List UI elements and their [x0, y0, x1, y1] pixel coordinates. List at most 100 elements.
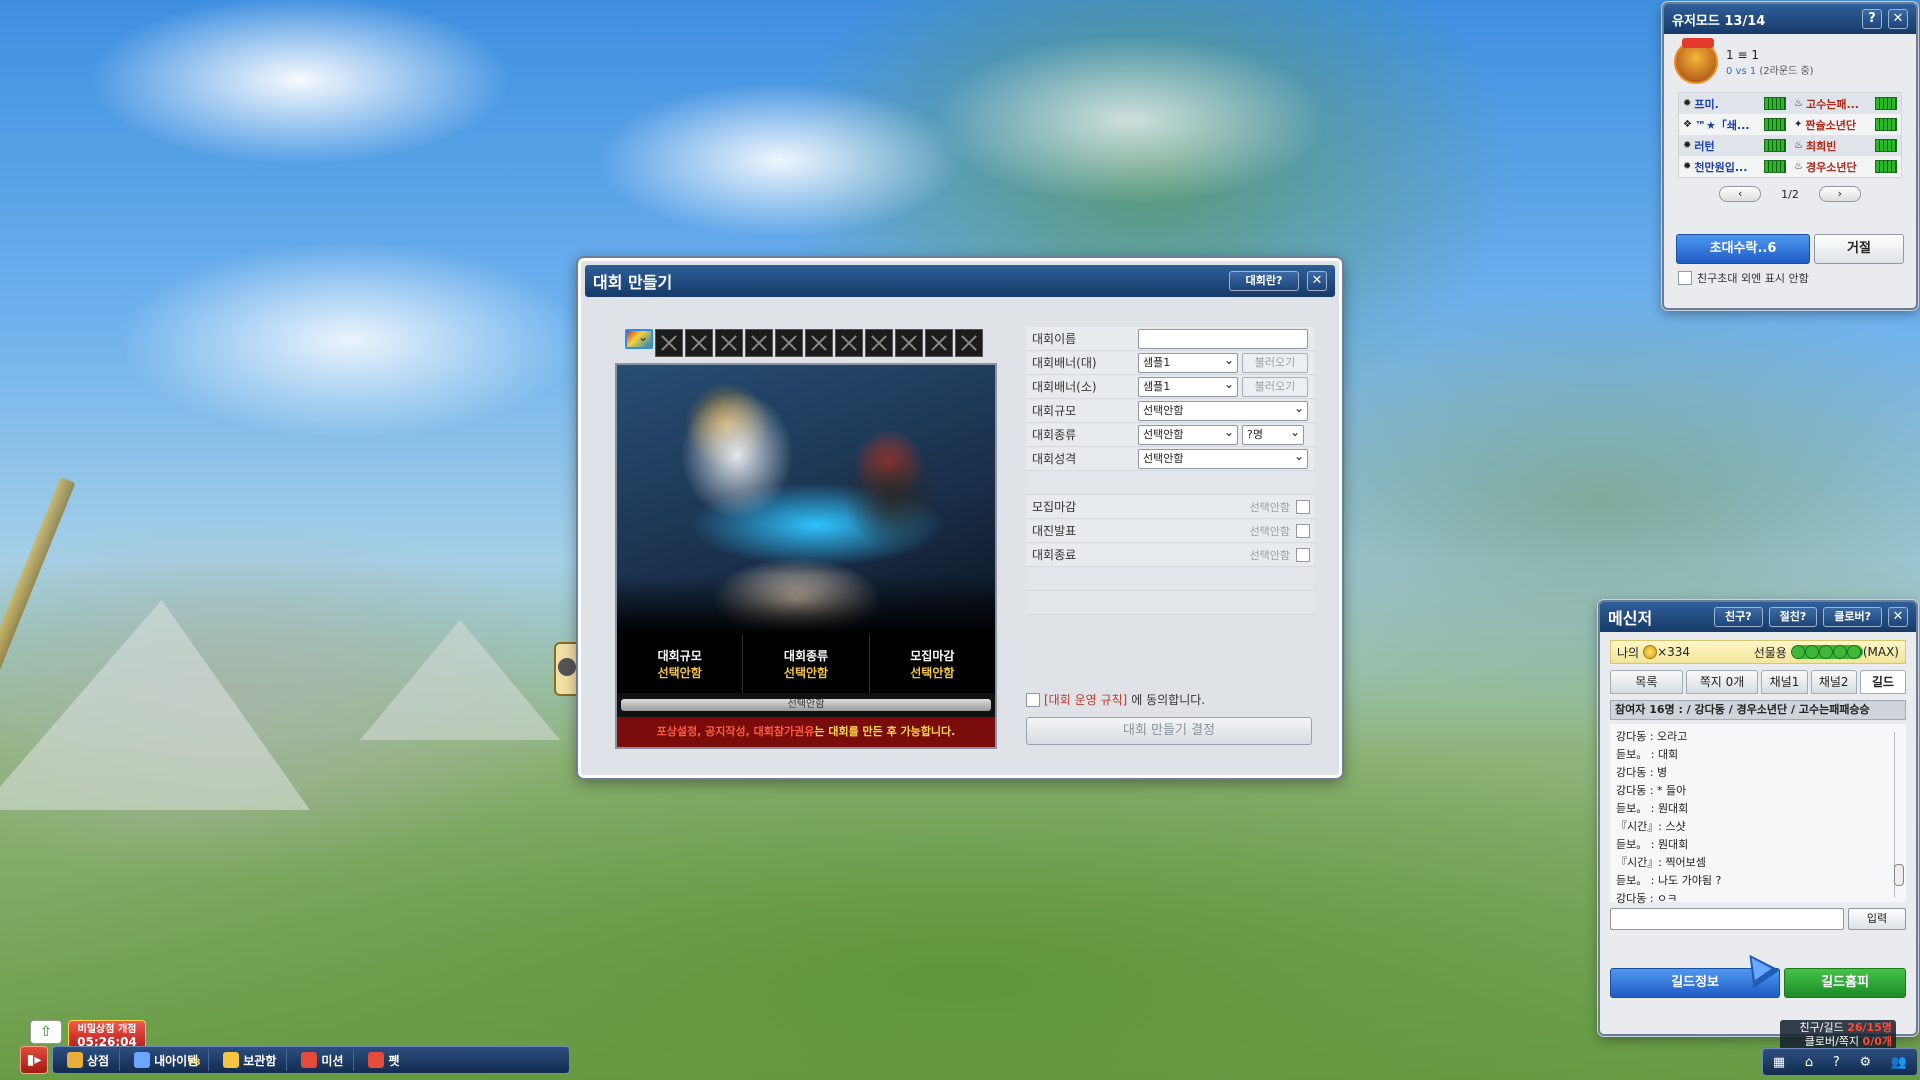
next-page-button[interactable]: › [1818, 186, 1861, 202]
prev-page-button[interactable]: ‹ [1719, 186, 1762, 202]
form-row-scale: 대회규모 선택안함 [1026, 399, 1314, 423]
rank-icon: ✹ [1683, 98, 1692, 109]
page-indicator: 1/2 [1781, 187, 1799, 201]
banner-small-select[interactable]: 샘플1 [1138, 375, 1238, 397]
banner-thumb-empty[interactable] [745, 329, 773, 357]
banner-thumbnails [625, 328, 983, 357]
usermode-buttons: 초대수락..6 거절 [1664, 234, 1916, 264]
hp-bar [1764, 118, 1786, 131]
guild-homepage-button[interactable]: 길드홈피 [1784, 968, 1906, 998]
what-is-tournament-button[interactable]: 대회란? [1229, 271, 1299, 291]
gear-icon[interactable]: ⚙ [1860, 1055, 1872, 1070]
mission-button[interactable]: 미션 [291, 1049, 355, 1071]
clover-coin-icon [1643, 645, 1658, 659]
agree-checkbox[interactable] [1026, 692, 1040, 707]
hide-invites-checkbox[interactable] [1678, 271, 1692, 285]
player-list: ✹ 프미. ♨ 고수는패... ❖ ™★「쇄... ✦ 짠슐소년단 ✹ 러턴 ♨ 최희빈 ✹… [1678, 92, 1902, 178]
banner-thumb-empty[interactable] [925, 329, 953, 357]
close-icon[interactable]: ✕ [1888, 9, 1908, 29]
tournament-name-input[interactable] [1138, 328, 1308, 349]
community-icon[interactable]: 👥 [1891, 1055, 1907, 1070]
usermode-titlebar[interactable]: 유저모드 13/14 ? ✕ [1664, 4, 1916, 34]
type-count-select[interactable]: ?명 [1242, 423, 1304, 445]
system-tray: ▦ ⌂ ? ⚙ 👥 [1762, 1048, 1918, 1076]
messenger-titlebar[interactable]: 메신저 친구? 절친? 클로버? ✕ [1600, 602, 1916, 632]
rank-icon: ✹ [1683, 140, 1692, 151]
banner-thumb-empty[interactable] [865, 329, 893, 357]
friend-counts: 친구/길드 26/15명 클로버/쪽지 0/0개 [1780, 1020, 1896, 1050]
send-button[interactable]: 입력 [1848, 908, 1906, 930]
banner-thumb-empty[interactable] [715, 329, 743, 357]
rank-icon: ♨ [1794, 98, 1803, 109]
chat-scroll-thumb[interactable] [1894, 864, 1904, 886]
tournament-form: 대회이름 대회배너(대) 샘플1 불러오기 대회배너(소) 샘플1 불러오기 대… [1026, 327, 1314, 615]
clover-button[interactable]: 클로버? [1823, 607, 1882, 627]
pet-button[interactable]: 펫 [358, 1049, 409, 1071]
close-icon[interactable]: ✕ [1307, 271, 1327, 291]
nature-select[interactable]: 선택안함 [1138, 447, 1308, 469]
banner-preview: 대회규모 선택안함 대회종류 선택안함 모집마감 선택안함 선택안함 포상설정,… [615, 363, 997, 749]
participants-bar: 참여자 16명 : / 강다동 / 경우소년단 / 고수는패패승승 [1610, 700, 1906, 720]
bracket-date-picker[interactable] [1296, 523, 1310, 538]
table-row: ✹ 러턴 ♨ 최희빈 [1679, 135, 1901, 156]
banner-thumb-empty[interactable] [655, 329, 683, 357]
chat-input-row: 입력 [1610, 908, 1906, 930]
shop-button[interactable]: 상점 [57, 1049, 121, 1071]
hide-invites-row: 친구초대 외엔 표시 안함 [1664, 264, 1916, 292]
chat-line: 강다동 : 오라고 [1616, 730, 1688, 743]
banner-notice: 포상설정, 공지작성, 대회참가권유는 대회를 만든 후 가능합니다. [617, 717, 995, 747]
hp-bar [1764, 97, 1786, 110]
tab-channel2[interactable]: 채널2 [1810, 670, 1857, 694]
banner-thumb-empty[interactable] [835, 329, 863, 357]
end-date-picker[interactable] [1296, 547, 1310, 562]
side-handle[interactable] [554, 642, 580, 696]
banner-thumb-empty[interactable] [775, 329, 803, 357]
storage-button[interactable]: 보관함 [213, 1049, 288, 1071]
tab-channel1[interactable]: 채널1 [1761, 670, 1808, 694]
level-up-icon[interactable]: ⇧ [30, 1020, 62, 1044]
chat-input[interactable] [1610, 908, 1844, 930]
shop-icon [67, 1052, 83, 1068]
form-row-banner-small: 대회배너(소) 샘플1 불러오기 [1026, 375, 1314, 399]
gift-status: 나의 ×334 선물용 (MAX) [1610, 640, 1906, 664]
rules-link[interactable]: [대회 운영 규칙] [1044, 691, 1127, 708]
tournament-create-window: 대회 만들기 대회란? ✕ 대회규모 선택안함 대회종류 선택안함 [578, 258, 1342, 778]
form-row-name: 대회이름 [1026, 327, 1314, 351]
close-icon[interactable]: ✕ [1888, 607, 1908, 627]
banner-thumb-empty[interactable] [685, 329, 713, 357]
tournament-titlebar[interactable]: 대회 만들기 대회란? ✕ [585, 265, 1335, 297]
tab-guild[interactable]: 길드 [1859, 670, 1906, 694]
exit-icon[interactable]: ▮▸ [20, 1046, 48, 1074]
form-spacer [1026, 471, 1314, 495]
banner-thumb-selected[interactable] [625, 328, 653, 349]
banner-large-load-button[interactable]: 불러오기 [1242, 352, 1308, 373]
tab-notes[interactable]: 쪽지 0개 [1685, 670, 1759, 694]
form-row-nature: 대회성격 선택안함 [1026, 447, 1314, 471]
accept-invite-button[interactable]: 초대수락..6 [1676, 234, 1810, 264]
hp-bar [1764, 139, 1786, 152]
help-icon[interactable]: ? [1833, 1055, 1840, 1070]
recruit-date-picker[interactable] [1296, 499, 1310, 514]
match-score: 1 ≡ 1 0 vs 1 (2라운드 중) [1726, 47, 1814, 77]
background-tent-small [360, 620, 560, 740]
rank-icon: ♨ [1794, 140, 1803, 151]
help-icon[interactable]: ? [1862, 9, 1882, 29]
banner-thumb-empty[interactable] [805, 329, 833, 357]
grid-icon[interactable]: ▦ [1773, 1055, 1785, 1070]
table-row: ✹ 프미. ♨ 고수는패... [1679, 93, 1901, 114]
friend-button[interactable]: 친구? [1714, 607, 1763, 627]
type-select[interactable]: 선택안함 [1138, 423, 1238, 445]
home-icon[interactable]: ⌂ [1805, 1055, 1813, 1070]
chat-line: 듣보。 : 대회 [1616, 748, 1679, 761]
banner-thumb-empty[interactable] [955, 329, 983, 357]
hp-bar [1764, 160, 1786, 173]
reject-button[interactable]: 거절 [1814, 234, 1904, 264]
chat-line: 강다동 : ㅇㅋ [1616, 892, 1678, 905]
tab-list[interactable]: 목록 [1610, 670, 1683, 694]
banner-large-select[interactable]: 샘플1 [1138, 351, 1238, 373]
banner-thumb-empty[interactable] [895, 329, 923, 357]
close-friend-button[interactable]: 절친? [1768, 607, 1818, 627]
banner-small-load-button[interactable]: 불러오기 [1242, 376, 1308, 397]
scale-select[interactable]: 선택안함 [1138, 399, 1308, 421]
create-tournament-button[interactable]: 대회 만들기 결정 [1026, 717, 1312, 745]
